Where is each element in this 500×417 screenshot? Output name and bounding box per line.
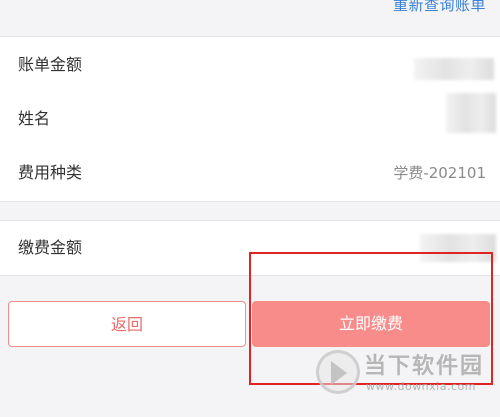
name-row: 姓名 [0,93,500,139]
name-label: 姓名 [18,109,51,128]
back-button[interactable]: 返回 [8,301,246,347]
bill-amount-label: 账单金额 [18,55,83,74]
requery-bill-link[interactable]: 重新查询账单 [393,0,486,15]
name-redacted [446,93,496,133]
bill-amount-redacted [414,58,494,80]
bill-info-card: 账单金额 姓名 费用种类 学费-202101 [0,36,500,202]
fee-type-value: 学费-202101 [393,164,486,182]
payment-amount-label: 缴费金额 [18,238,83,257]
bill-amount-row: 账单金额 [0,45,500,85]
watermark-title: 当下软件园 [364,354,485,379]
watermark-url: www.downxia.com [366,380,476,393]
watermark: 当下软件园 www.downxia.com [316,348,496,404]
watermark-logo-icon [316,350,360,394]
fee-type-row: 费用种类 学费-202101 [0,153,500,193]
fee-type-label: 费用种类 [18,163,83,182]
